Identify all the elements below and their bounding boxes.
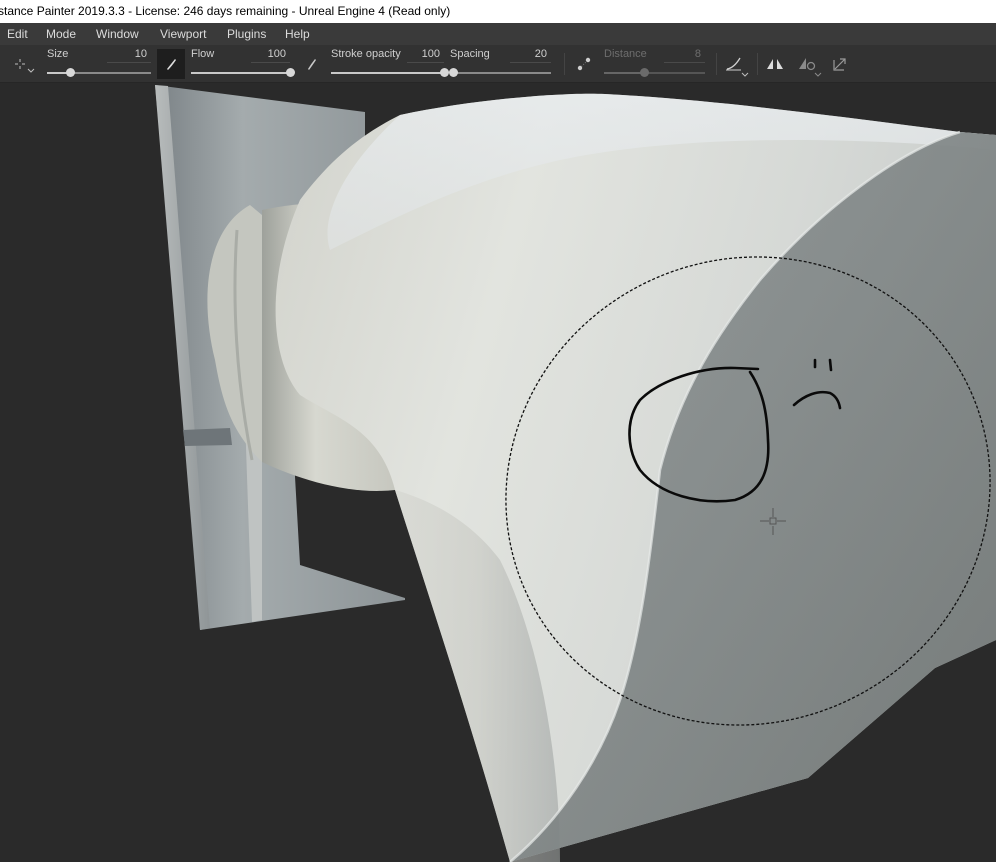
menu-window[interactable]: Window — [96, 23, 139, 45]
size-slider[interactable]: Size 10 — [47, 45, 151, 83]
distance-fill — [604, 72, 645, 74]
flow-field-underline — [251, 62, 290, 63]
spacing-field-underline — [510, 62, 551, 63]
size-track[interactable] — [47, 72, 151, 74]
resize-arrows-icon — [833, 58, 846, 71]
stroke-opacity-label: Stroke opacity — [331, 48, 401, 60]
stroke-opacity-slider[interactable]: Stroke opacity 100 — [331, 45, 449, 83]
alignment-dropdown[interactable] — [722, 45, 752, 83]
alignment-icon — [726, 57, 749, 77]
toolbar-separator — [757, 53, 758, 75]
flow-fill — [191, 72, 290, 74]
flow-jitter-button[interactable] — [300, 45, 322, 83]
spacing-slider[interactable]: Spacing 20 — [449, 45, 551, 83]
substance-painter-window: stance Painter 2019.3.3 - License: 246 d… — [0, 0, 996, 862]
distance-label: Distance — [604, 48, 647, 60]
distance-value[interactable]: 8 — [695, 48, 701, 60]
size-label: Size — [47, 48, 69, 60]
flow-label: Flow — [191, 48, 215, 60]
menu-mode[interactable]: Mode — [46, 23, 76, 45]
toolbar-separator — [716, 53, 717, 75]
window-title: stance Painter 2019.3.3 - License: 246 d… — [0, 4, 451, 18]
distance-thumb[interactable] — [640, 68, 650, 77]
size-value[interactable]: 10 — [135, 48, 147, 60]
crosshair-icon — [15, 59, 35, 73]
distance-slider[interactable]: Distance 8 — [604, 45, 705, 83]
fit-to-view-button[interactable] — [829, 45, 851, 83]
spacing-value[interactable]: 20 — [535, 48, 547, 60]
brush-jitter-icon — [308, 59, 316, 70]
brush-alpha-button[interactable] — [157, 49, 185, 79]
flow-thumb[interactable] — [286, 68, 295, 77]
symmetry-icon — [767, 59, 783, 69]
stroke-opacity-thumb[interactable] — [440, 68, 449, 77]
stroke-opacity-field-underline — [407, 62, 444, 63]
symmetry-toggle[interactable] — [763, 45, 787, 83]
distance-track[interactable] — [604, 72, 705, 74]
menu-bar: Edit Mode Window Viewport Plugins Help — [0, 23, 996, 45]
menu-edit[interactable]: Edit — [7, 23, 28, 45]
pivot-dropdown[interactable] — [8, 45, 40, 83]
title-bar: stance Painter 2019.3.3 - License: 246 d… — [0, 0, 996, 23]
flow-slider[interactable]: Flow 100 — [191, 45, 295, 83]
flow-track[interactable] — [191, 72, 290, 74]
lazy-mouse-toggle[interactable] — [572, 45, 596, 83]
menu-viewport[interactable]: Viewport — [160, 23, 206, 45]
size-field-underline — [107, 62, 151, 63]
toolbar-separator — [564, 53, 565, 75]
tool-properties-bar: Size 10 Flow 100 Stroke opacity 100 Spac… — [0, 45, 996, 83]
symmetry-settings-icon — [799, 58, 822, 77]
lazy-mouse-icon — [577, 57, 591, 71]
menu-plugins[interactable]: Plugins — [227, 23, 266, 45]
spacing-thumb[interactable] — [449, 68, 459, 77]
brush-stroke-icon — [167, 59, 176, 70]
viewport-canvas[interactable] — [0, 83, 996, 862]
symmetry-settings-dropdown[interactable] — [795, 45, 825, 83]
distance-field-underline — [664, 62, 705, 63]
flow-value[interactable]: 100 — [268, 48, 286, 60]
menu-help[interactable]: Help — [285, 23, 310, 45]
stroke-opacity-value[interactable]: 100 — [422, 48, 440, 60]
spacing-label: Spacing — [450, 48, 490, 60]
stroke-opacity-track[interactable] — [331, 72, 444, 74]
3d-viewport[interactable] — [0, 83, 996, 862]
size-thumb[interactable] — [65, 68, 75, 77]
spacing-track[interactable] — [450, 72, 551, 74]
stroke-opacity-fill — [331, 72, 444, 74]
